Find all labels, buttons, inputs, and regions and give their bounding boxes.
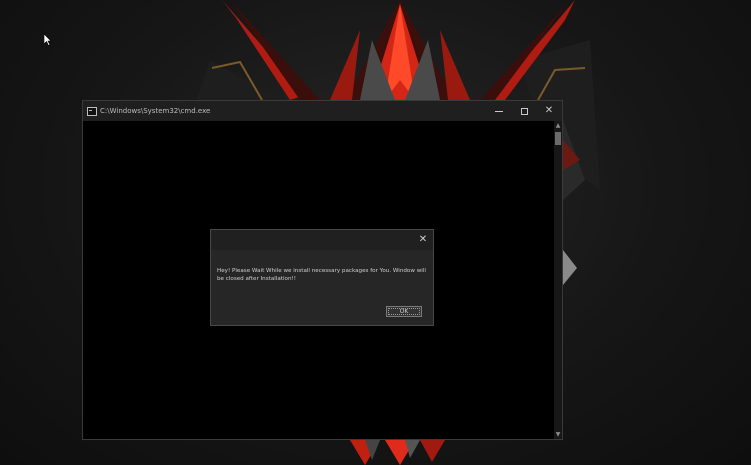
console-app-icon <box>87 106 97 116</box>
scroll-thumb[interactable] <box>555 132 561 145</box>
minimize-icon <box>495 110 503 112</box>
desktop: C:\Windows\System32\cmd.exe ✕ ▲ ▼ ✕ Hey!… <box>0 0 751 465</box>
scroll-up-arrow-icon[interactable]: ▲ <box>554 121 562 130</box>
wallpaper-bottom-shard <box>420 440 445 462</box>
mouse-cursor-icon <box>44 34 52 46</box>
close-icon: ✕ <box>544 105 554 116</box>
wallpaper-shard <box>563 250 577 285</box>
close-button[interactable]: ✕ <box>536 101 562 121</box>
maximize-button[interactable] <box>511 101 537 121</box>
minimize-button[interactable] <box>486 101 512 121</box>
scroll-down-arrow-icon[interactable]: ▼ <box>554 430 562 439</box>
console-titlebar[interactable]: C:\Windows\System32\cmd.exe ✕ <box>83 101 562 121</box>
dialog-titlebar[interactable]: ✕ <box>211 230 433 250</box>
maximize-icon <box>520 107 528 115</box>
message-dialog: ✕ Hey! Please Wait While we install nece… <box>210 229 434 326</box>
dialog-close-icon[interactable]: ✕ <box>417 234 429 246</box>
console-scrollbar[interactable]: ▲ ▼ <box>554 121 562 439</box>
console-window-title: C:\Windows\System32\cmd.exe <box>100 107 211 115</box>
ok-button[interactable]: OK <box>386 306 422 317</box>
dialog-message: Hey! Please Wait While we install necess… <box>217 268 426 282</box>
